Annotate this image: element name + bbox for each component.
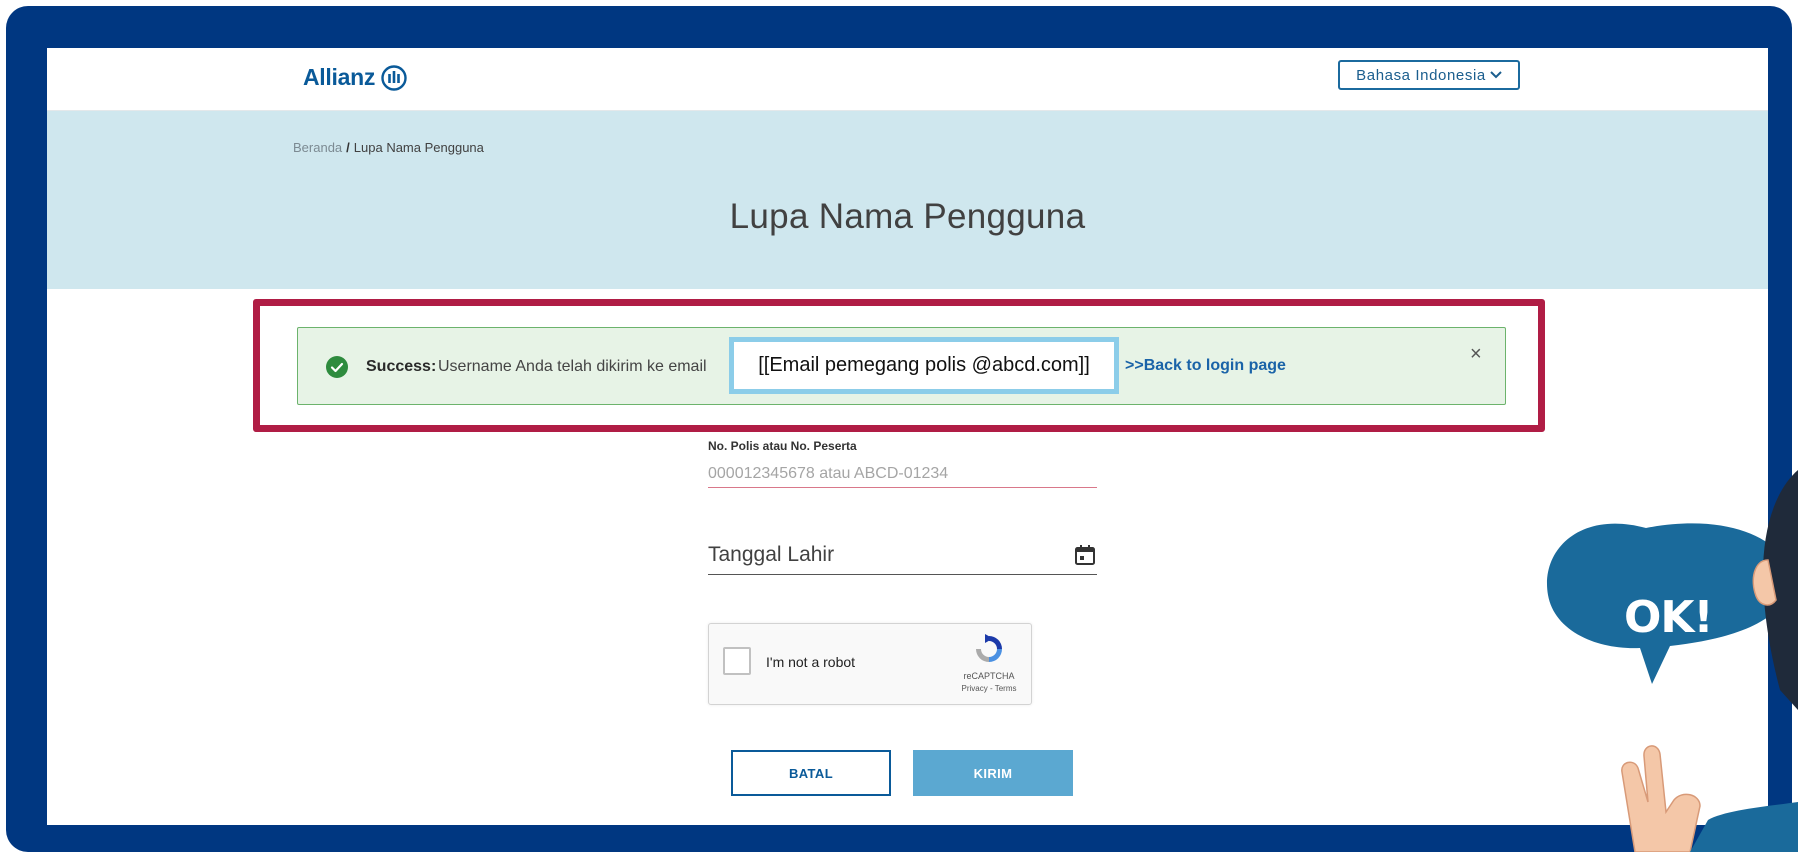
alert-message: Username Anda telah dikirim ke email	[438, 358, 707, 375]
site-header: Allianz Bahasa Indonesia	[47, 48, 1768, 111]
language-label: Bahasa Indonesia	[1356, 66, 1486, 84]
mascot-sleeve	[1690, 802, 1798, 852]
breadcrumb-current: Lupa Nama Pengguna	[353, 140, 484, 155]
chevron-down-icon	[1490, 71, 1502, 79]
language-selector[interactable]: Bahasa Indonesia	[1338, 60, 1520, 90]
logo-text: Allianz	[303, 64, 376, 90]
speech-bubble-text: OK!	[1624, 592, 1714, 643]
browser-viewport: Allianz Bahasa Indonesia Beranda / Lupa Na…	[47, 48, 1768, 825]
recaptcha-checkbox[interactable]	[723, 647, 751, 675]
submit-button[interactable]: KIRIM	[913, 750, 1073, 796]
breadcrumb-home[interactable]: Beranda	[293, 140, 342, 155]
recaptcha-brand: reCAPTCHA	[963, 671, 1015, 681]
email-highlight: [[Email pemegang polis @abcd.com]]	[729, 337, 1119, 394]
title-banner: Beranda / Lupa Nama Pengguna Lupa Nama Pen…	[47, 111, 1768, 289]
check-circle-icon	[326, 356, 348, 378]
allianz-emblem-icon	[381, 64, 407, 91]
policy-number-label: No. Polis atau No. Peserta	[708, 439, 857, 453]
birthdate-field[interactable]: Tanggal Lahir	[708, 541, 1097, 575]
cancel-button[interactable]: BATAL	[731, 750, 891, 796]
recaptcha-terms-link[interactable]: Privacy - Terms	[947, 684, 1031, 693]
mascot-hand	[1621, 745, 1701, 852]
recaptcha-widget: I'm not a robot reCAPTCHA Privacy - Term…	[708, 623, 1032, 705]
back-to-login-link[interactable]: >>Back to login page	[1125, 357, 1286, 375]
breadcrumb-separator: /	[346, 140, 350, 155]
birthdate-label: Tanggal Lahir	[708, 543, 835, 566]
page-title: Lupa Nama Pengguna	[729, 197, 1086, 236]
calendar-icon[interactable]	[1073, 543, 1097, 567]
mascot-illustration	[1546, 470, 1798, 852]
recaptcha-label: I'm not a robot	[766, 654, 856, 670]
policy-number-input[interactable]	[708, 460, 1097, 488]
alert-label: Success:	[366, 358, 437, 375]
close-icon[interactable]: ×	[1470, 344, 1482, 364]
recaptcha-logo-icon	[976, 634, 1002, 662]
breadcrumb: Beranda / Lupa Nama Pengguna	[293, 140, 484, 155]
allianz-logo[interactable]: Allianz	[303, 64, 407, 91]
